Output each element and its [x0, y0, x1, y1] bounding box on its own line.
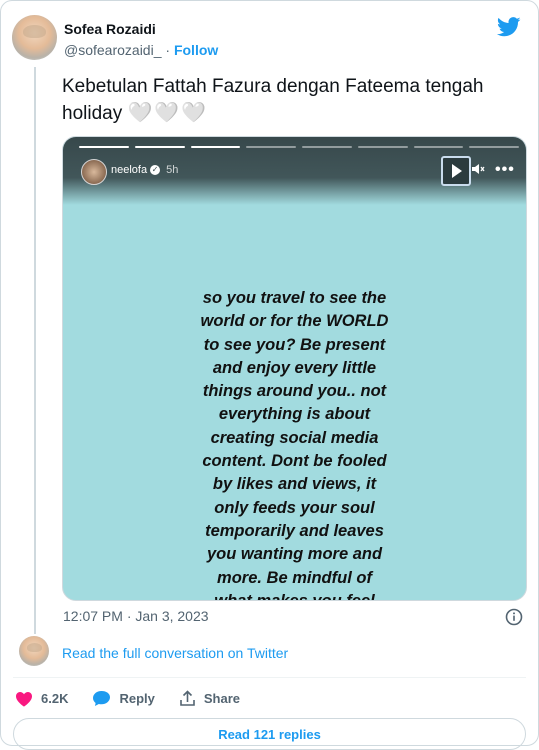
white-heart-emojis: 🤍🤍🤍 — [127, 102, 209, 124]
story-progress-segment — [302, 146, 352, 148]
follow-button[interactable]: Follow — [174, 42, 218, 58]
story-user-line: neelofa ✓ 5h — [111, 164, 178, 176]
story-progress-bar — [79, 146, 519, 149]
share-label: Share — [203, 691, 241, 706]
story-quote-line: only feeds your soul — [214, 498, 375, 517]
info-icon[interactable] — [505, 608, 523, 626]
author-avatar-small[interactable] — [19, 636, 49, 666]
story-progress-segment — [79, 146, 129, 148]
story-time: 5h — [166, 164, 179, 176]
author-avatar[interactable] — [12, 15, 57, 60]
mute-icon[interactable] — [471, 162, 485, 176]
story-quote-line: so you travel to see the — [202, 289, 387, 307]
story-quote-line: by likes and views, it — [212, 475, 377, 494]
story-media[interactable]: neelofa ✓ 5h ••• so you travel to see the w… — [62, 136, 527, 601]
tweet-text: Kebetulan Fattah Fazura dengan Fateema t… — [62, 74, 522, 127]
play-icon[interactable] — [441, 156, 471, 186]
twitter-bird-icon[interactable] — [497, 17, 521, 37]
tweet-timestamp[interactable]: 12:07 PM · Jan 3, 2023 — [63, 608, 209, 624]
story-quote-line: content. Dont be fooled — [202, 452, 387, 471]
story-avatar — [81, 159, 107, 185]
author-name[interactable]: Sofea Rozaidi — [64, 21, 156, 37]
more-options-icon[interactable]: ••• — [495, 161, 515, 179]
like-count: 6.2K — [41, 691, 69, 706]
tweet-card: Sofea Rozaidi @sofearozaidi_ · Follow Ke… — [0, 0, 539, 750]
story-quote-line: and enjoy every little — [212, 358, 377, 377]
read-replies-button[interactable]: Read 121 replies — [13, 718, 526, 750]
story-quote-line: to see you? Be present — [203, 335, 386, 354]
story-progress-segment — [413, 146, 464, 148]
story-progress-segment — [469, 146, 519, 148]
story-progress-segment — [190, 146, 241, 148]
tweet-body: Kebetulan Fattah Fazura dengan Fateema t… — [62, 76, 484, 124]
story-quote-line: temporarily and leaves — [205, 521, 384, 540]
reply-bubble-icon — [93, 691, 111, 706]
reply-button[interactable]: Reply — [92, 690, 155, 707]
story-progress-segment — [134, 146, 185, 148]
story-header: neelofa ✓ 5h ••• — [63, 137, 526, 205]
thread-line — [34, 67, 36, 634]
share-icon — [180, 690, 195, 706]
verified-badge-icon: ✓ — [150, 165, 161, 176]
story-username: neelofa — [111, 164, 148, 176]
reply-label: Reply — [119, 691, 155, 706]
story-quote-line: creating social media — [210, 428, 379, 447]
author-handle[interactable]: @sofearozaidi_ — [64, 42, 162, 58]
story-progress-segment — [246, 146, 296, 148]
handle-separator: · — [165, 42, 171, 58]
share-button[interactable]: Share — [179, 690, 240, 707]
story-quote-line: you wanting more and — [206, 545, 383, 564]
author-handle-line: @sofearozaidi_ · Follow — [64, 42, 218, 58]
story-quote-line: world or for the WORLD — [200, 312, 389, 331]
story-quote-line: more. Be mindful of — [217, 568, 372, 587]
story-progress-segment — [357, 146, 408, 148]
story-quote-line: everything is about — [218, 405, 371, 424]
divider — [13, 677, 526, 678]
story-quote-line: what makes you feel — [214, 591, 375, 601]
action-bar: 6.2K Reply Share — [15, 690, 264, 707]
heart-icon — [16, 691, 32, 706]
story-quote-text: so you travel to see the world or for the… — [63, 287, 526, 601]
read-full-conversation-link[interactable]: Read the full conversation on Twitter — [62, 645, 288, 661]
story-quote-line: things around you.. not — [202, 382, 387, 401]
like-button[interactable]: 6.2K — [15, 691, 68, 707]
